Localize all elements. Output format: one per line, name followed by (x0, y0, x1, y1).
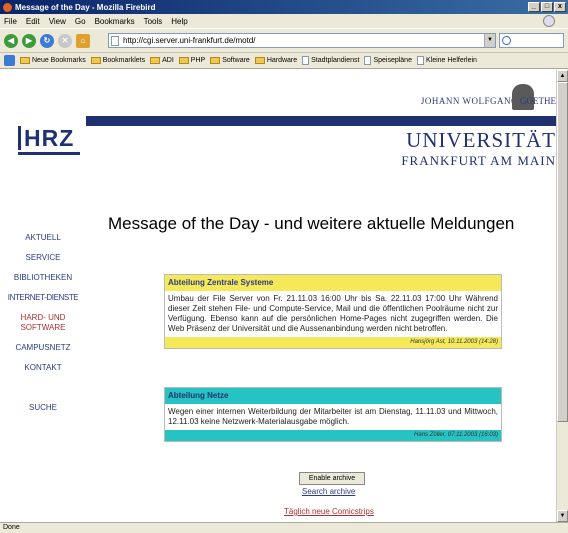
folder-icon (150, 57, 161, 64)
sidebar-item-campusnetz[interactable]: Campusnetz (0, 343, 86, 353)
bookmark-item[interactable]: Neue Bookmarks (20, 57, 86, 64)
university-banner: JOHANN WOLFGANG GOETHE (86, 70, 556, 116)
bookmarks-toolbar: Neue Bookmarks Bookmarklets ADI PHP Soft… (0, 52, 568, 69)
folder-icon (210, 57, 221, 64)
header-bar (86, 116, 556, 126)
bookmark-item[interactable]: Stadtplandienst (302, 56, 359, 65)
maximize-button[interactable]: □ (541, 2, 553, 12)
page-icon (416, 56, 424, 65)
message-body: Umbau der File Server von Fr. 21.11.03 1… (168, 294, 498, 333)
bookmark-item[interactable]: Speisepläne (364, 56, 412, 65)
minimize-button[interactable]: _ (528, 2, 540, 12)
bookmark-item[interactable]: Bookmarklets (90, 57, 146, 64)
url-bar[interactable]: http://cgi.server.uni-frankfurt.de/motd/… (108, 33, 496, 48)
message-box-zentrale-systeme: Abteilung Zentrale Systeme Umbau der Fil… (164, 274, 502, 349)
bookmark-label: Bookmarklets (102, 57, 146, 64)
bookmark-item[interactable]: ADI (150, 57, 174, 64)
bookmark-manager-icon[interactable] (4, 55, 15, 66)
menu-view[interactable]: View (49, 17, 66, 26)
firebird-app-icon (3, 2, 12, 12)
menu-go[interactable]: Go (75, 17, 86, 26)
sidebar-item-kontakt[interactable]: Kontakt (0, 363, 86, 373)
folder-icon (90, 57, 101, 64)
enable-archive-button[interactable]: Enable archive (299, 472, 365, 485)
window-controls: _ □ x (528, 2, 566, 12)
back-icon[interactable]: ◀ (4, 33, 18, 48)
goethe-name-right: GOETHE (520, 96, 556, 106)
message-body: Wegen einer internen Weiterbildung der M… (168, 407, 498, 426)
bookmark-item[interactable]: Kleine Helferlein (416, 56, 477, 65)
status-text: Done (3, 524, 20, 531)
bookmark-label: ADI (162, 57, 174, 64)
page-icon (111, 35, 119, 46)
hrz-logo[interactable]: HRZ (18, 126, 74, 150)
home-icon[interactable]: ⌂ (76, 33, 90, 48)
url-dropdown-icon[interactable]: ▼ (484, 34, 495, 47)
search-engine-icon[interactable] (502, 36, 511, 45)
sidebar-item-internet-dienste[interactable]: Internet-Dienste (0, 293, 86, 303)
forward-icon[interactable]: ▶ (22, 33, 36, 48)
sidebar-nav: Aktuell Service Bibliotheken Internet-Di… (0, 233, 86, 413)
bookmark-label: PHP (190, 57, 206, 64)
folder-icon (20, 57, 30, 64)
bookmark-item[interactable]: PHP (178, 57, 206, 64)
menu-bar: File Edit View Go Bookmarks Tools Help (0, 14, 568, 28)
vertical-scrollbar[interactable]: ▲ ▼ (556, 70, 568, 522)
sidebar-item-service[interactable]: Service (0, 253, 86, 263)
scroll-up-icon[interactable]: ▲ (557, 70, 568, 82)
message-heading: Abteilung Netze (165, 388, 501, 404)
sidebar-item-aktuell[interactable]: Aktuell (0, 233, 86, 243)
page-title: Message of the Day - und weitere aktuell… (108, 214, 515, 233)
close-button[interactable]: x (554, 2, 566, 12)
sidebar-item-bibliotheken[interactable]: Bibliotheken (0, 273, 86, 283)
university-city: FRANKFURT AM MAIN (401, 153, 556, 168)
scroll-thumb[interactable] (557, 82, 568, 422)
scroll-down-icon[interactable]: ▼ (557, 510, 568, 522)
hrz-logo-underline (18, 152, 80, 155)
stop-icon[interactable]: ✕ (58, 33, 72, 48)
bookmark-label: Software (222, 57, 250, 64)
url-text[interactable]: http://cgi.server.uni-frankfurt.de/motd/ (123, 36, 256, 45)
window-title: Message of the Day - Mozilla Firebird (15, 2, 156, 12)
university-title: UNIVERSITÄT (406, 128, 556, 152)
message-author: Hans Zöller, 07.11.2003 (16:03) (165, 430, 501, 441)
search-archive-link[interactable]: Search archive (302, 487, 355, 496)
page-icon (302, 56, 310, 65)
window-titlebar: Message of the Day - Mozilla Firebird _ … (0, 0, 568, 14)
bookmark-label: Stadtplandienst (311, 57, 360, 64)
bookmark-item[interactable]: Hardware (254, 57, 298, 64)
bookmark-label: Speisepläne (373, 57, 412, 64)
goethe-name-left: JOHANN WOLFGANG (420, 96, 518, 106)
throbber-icon (543, 15, 555, 27)
folder-icon (178, 57, 189, 64)
menu-file[interactable]: File (4, 17, 17, 26)
bookmark-item[interactable]: Software (210, 57, 250, 64)
sidebar-item-hard-und[interactable]: Hard- und (0, 313, 86, 323)
menu-tools[interactable]: Tools (144, 17, 163, 26)
search-input[interactable] (499, 33, 564, 48)
comicstrips-link[interactable]: Täglich neue Comicstrips (284, 507, 374, 516)
folder-icon (254, 57, 265, 64)
page-viewport: JOHANN WOLFGANG GOETHE HRZ UNIVERSITÄT F… (0, 70, 556, 522)
bookmark-label: Neue Bookmarks (32, 57, 86, 64)
menu-edit[interactable]: Edit (26, 17, 40, 26)
reload-icon[interactable]: ↻ (40, 33, 54, 48)
bookmark-label: Hardware (266, 57, 298, 64)
navigation-toolbar: ◀ ▶ ↻ ✕ ⌂ http://cgi.server.uni-frankfur… (0, 28, 568, 52)
bookmark-label: Kleine Helferlein (425, 57, 477, 64)
message-box-netze: Abteilung Netze Wegen einer internen Wei… (164, 387, 502, 442)
sidebar-item-software[interactable]: Software (0, 323, 86, 333)
page-icon (364, 56, 372, 65)
status-bar: Done (0, 522, 568, 533)
message-heading: Abteilung Zentrale Systeme (165, 275, 501, 291)
message-author: Hansjörg Ast, 10.11.2003 (14:28) (165, 337, 501, 348)
menu-help[interactable]: Help (171, 17, 187, 26)
menu-bookmarks[interactable]: Bookmarks (95, 17, 135, 26)
sidebar-item-suche[interactable]: Suche (0, 403, 86, 413)
